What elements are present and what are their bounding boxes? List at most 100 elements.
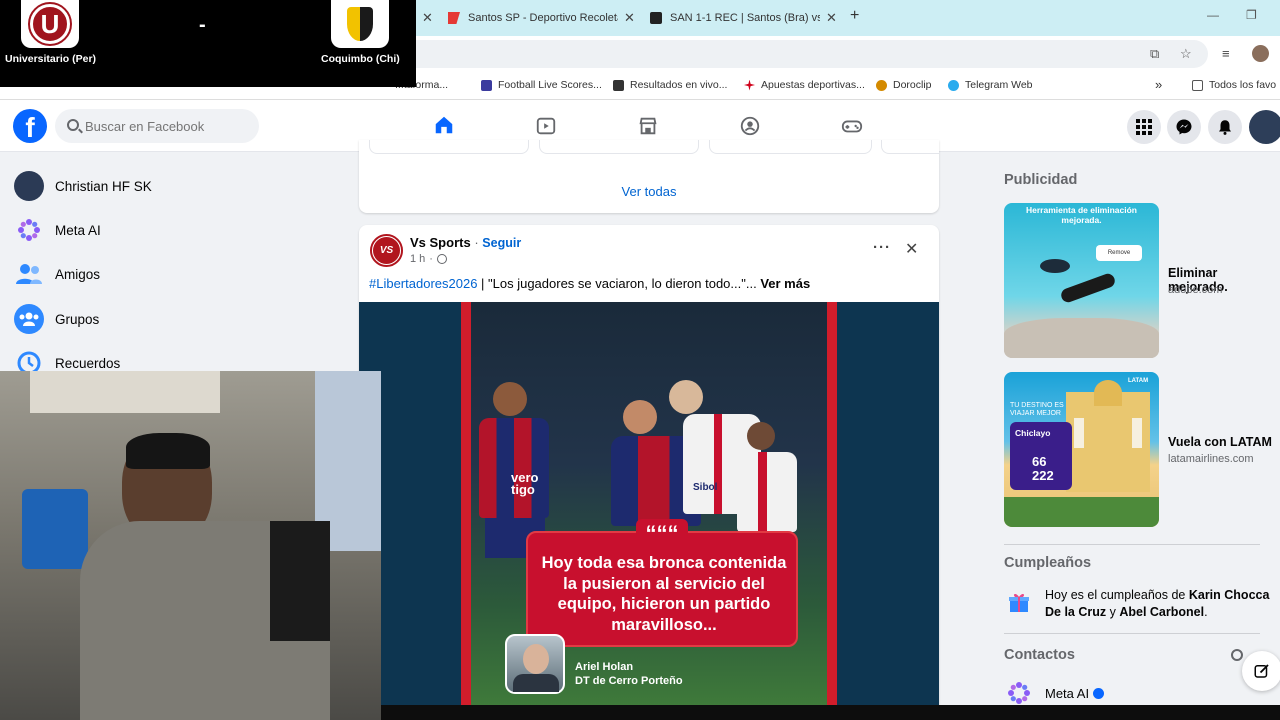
- omnibox[interactable]: ⧉ ☆: [400, 40, 1208, 68]
- friends-icon: [14, 259, 44, 289]
- birthday-text: Hoy es el cumpleaños de Karin Chocca De …: [1045, 587, 1273, 621]
- search-box[interactable]: [55, 109, 259, 143]
- tab-close-button[interactable]: ✕: [826, 10, 837, 26]
- search-icon: [67, 119, 79, 131]
- facebook-logo[interactable]: f: [13, 109, 47, 143]
- contact-item[interactable]: Meta AI: [1045, 686, 1105, 701]
- close-post-button[interactable]: ✕: [905, 239, 918, 259]
- maximize-icon[interactable]: ❐: [1246, 8, 1257, 22]
- profile-avatar: [14, 171, 44, 201]
- home-icon: [435, 116, 453, 133]
- sidebar-item-groups[interactable]: Grupos: [8, 297, 348, 341]
- quote-mark-icon: “““: [636, 519, 688, 546]
- ad-title[interactable]: Vuela con LATAM: [1168, 435, 1272, 449]
- ad-image-adobe[interactable]: Herramienta de eliminación mejorada. Rem…: [1004, 203, 1159, 358]
- bookmark-item[interactable]: Telegram Web: [948, 79, 1033, 91]
- account-avatar[interactable]: [1249, 110, 1280, 144]
- bookmark-star-icon[interactable]: ☆: [1180, 46, 1192, 62]
- more-options-button[interactable]: ···: [873, 239, 891, 256]
- price-value: 66: [1032, 454, 1047, 469]
- bookmark-favicon-icon: [876, 79, 887, 91]
- shelf: [30, 371, 220, 413]
- author-avatar[interactable]: VS: [370, 234, 403, 267]
- jersey-sponsor: vero tigo: [511, 470, 539, 497]
- birthday-and: y: [1106, 605, 1120, 619]
- all-bookmarks-folder[interactable]: Todos los favo: [1192, 79, 1276, 91]
- bookmark-item[interactable]: Apuestas deportivas...: [744, 79, 865, 91]
- post-time[interactable]: 1 h: [410, 253, 425, 265]
- player-head: [493, 382, 527, 416]
- suggestion-item[interactable]: [881, 140, 939, 154]
- chair: [270, 521, 330, 641]
- groups-icon: [740, 116, 760, 136]
- suggestion-item[interactable]: [709, 140, 872, 154]
- bookmark-item[interactable]: Resultados en vivo...: [613, 79, 727, 91]
- tab-santos-recoleta[interactable]: Santos SP - Deportivo Recoleta ✕: [448, 5, 635, 31]
- bookmark-item[interactable]: Football Live Scores...: [481, 79, 602, 91]
- reading-list-icon[interactable]: ≡: [1222, 46, 1230, 61]
- ad-url[interactable]: adobe.com: [1168, 284, 1222, 296]
- score-separator: -: [199, 14, 206, 36]
- vs-sports-logo: VS: [373, 237, 400, 264]
- post-image[interactable]: vero tigo Sibol “““ Hoy toda esa bronca …: [359, 302, 939, 706]
- divider: [1004, 544, 1260, 545]
- sidebar-item-friends[interactable]: Amigos: [8, 252, 348, 296]
- sidebar-item-label: Amigos: [55, 266, 101, 282]
- webcam-overlay: [0, 371, 381, 720]
- see-all-link[interactable]: Ver todas: [359, 184, 939, 199]
- bell-icon: [1219, 120, 1231, 135]
- bottom-bar: [381, 705, 1280, 720]
- minimize-icon[interactable]: —: [1207, 8, 1219, 22]
- tab-favicon-icon: [650, 12, 662, 24]
- profile-avatar-icon[interactable]: [1252, 45, 1269, 62]
- bookmarks-overflow-button[interactable]: »: [1155, 77, 1162, 92]
- see-more-link[interactable]: Ver más: [760, 276, 810, 291]
- compose-icon: [1254, 664, 1269, 678]
- speaker-shirt: [513, 674, 559, 692]
- scoreboard-overlay: U - Universitario (Per) Coquimbo (Chi): [0, 0, 416, 87]
- cooler: [22, 489, 88, 569]
- tab-score[interactable]: SAN 1-1 REC | Santos (Bra) vs R ✕: [650, 5, 837, 31]
- cathedral-pillar: [1132, 418, 1142, 448]
- ad-url[interactable]: latamairlines.com: [1168, 453, 1254, 465]
- latam-logo: LATAM: [1128, 378, 1149, 384]
- suggestion-item[interactable]: [369, 140, 529, 154]
- new-message-button[interactable]: [1242, 651, 1280, 691]
- skater-figure: [1040, 259, 1070, 273]
- separator-dot: ·: [474, 235, 479, 250]
- post-author[interactable]: Vs Sports: [410, 235, 471, 250]
- birthday-person[interactable]: Abel Carbonel: [1119, 605, 1204, 619]
- player-jersey: [737, 452, 797, 532]
- new-tab-button[interactable]: +: [850, 7, 859, 25]
- sidebar-item-profile[interactable]: Christian HF SK: [8, 164, 348, 208]
- folder-icon: [1192, 79, 1203, 91]
- tab-close-button[interactable]: ✕: [624, 10, 635, 26]
- price-city: Chiclayo: [1015, 428, 1051, 438]
- search-input[interactable]: [85, 109, 255, 143]
- video-icon: [536, 117, 556, 135]
- bookmark-item[interactable]: Doroclip: [876, 79, 932, 91]
- search-contacts-icon[interactable]: [1231, 649, 1243, 661]
- home-team-name: Universitario (Per): [5, 53, 97, 65]
- plaza-trees: [1004, 497, 1159, 527]
- follow-button[interactable]: Seguir: [482, 236, 521, 250]
- image-right-panel: [837, 302, 939, 706]
- install-app-icon[interactable]: ⧉: [1150, 46, 1159, 62]
- sidebar-item-meta-ai[interactable]: Meta AI: [8, 208, 348, 252]
- birthday-prefix: Hoy es el cumpleaños de: [1045, 588, 1189, 602]
- person-hair: [126, 433, 210, 469]
- post-hashtag[interactable]: #Libertadores2026: [369, 276, 477, 291]
- suggestion-item[interactable]: [539, 140, 699, 154]
- menu-button[interactable]: [1127, 110, 1161, 144]
- birthday-end: .: [1204, 605, 1208, 619]
- tab-close-partial[interactable]: ✕: [416, 5, 433, 31]
- bookmark-label: Apuestas deportivas...: [761, 79, 865, 91]
- messenger-button[interactable]: [1167, 110, 1201, 144]
- bookmark-label: Resultados en vivo...: [630, 79, 728, 91]
- bookmark-favicon-icon: [481, 79, 492, 91]
- globe-icon: [436, 254, 447, 264]
- telegram-icon: [948, 79, 959, 91]
- bookmark-label: Doroclip: [893, 79, 932, 91]
- notifications-button[interactable]: [1208, 110, 1242, 144]
- ad-image-latam[interactable]: LATAM TU DESTINO ES VIAJAR MEJOR Chiclay…: [1004, 372, 1159, 527]
